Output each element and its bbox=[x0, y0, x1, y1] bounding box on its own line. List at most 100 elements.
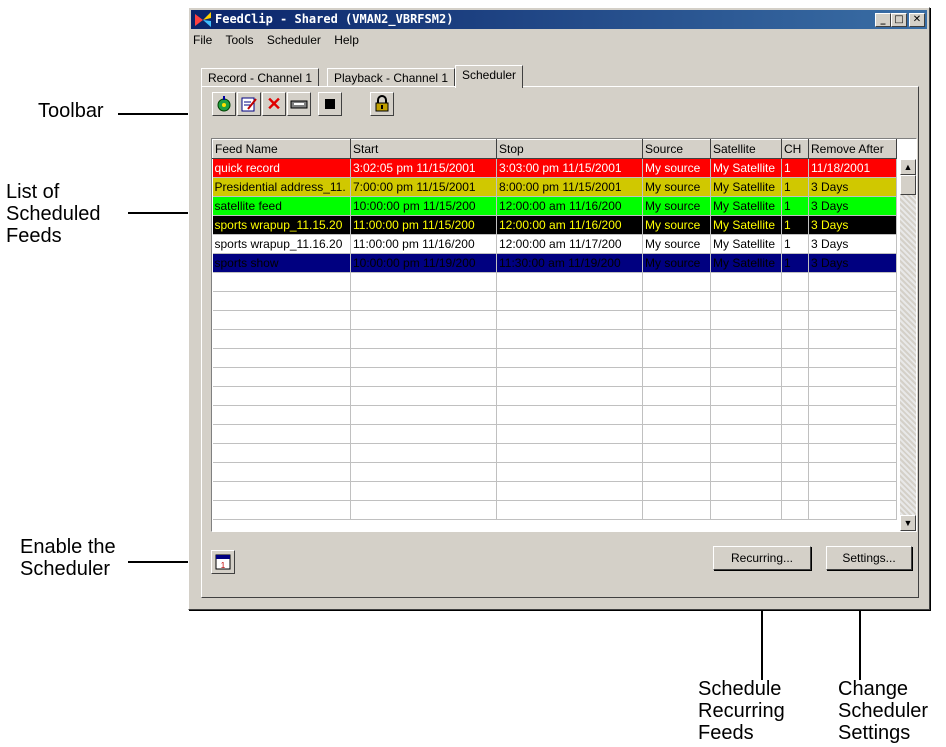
table-cell: 11/18/2001 bbox=[808, 158, 897, 178]
tab-scheduler[interactable]: Scheduler bbox=[455, 65, 524, 88]
tab-record[interactable]: Record - Channel 1 bbox=[201, 68, 320, 87]
menu-tools[interactable]: Tools bbox=[225, 33, 253, 47]
table-cell: 3 Days bbox=[808, 215, 897, 235]
table-cell: 3 Days bbox=[808, 196, 897, 216]
column-header[interactable]: Feed Name bbox=[212, 139, 351, 159]
table-cell bbox=[642, 367, 711, 387]
empty-row[interactable] bbox=[212, 462, 897, 482]
close-button[interactable]: ✕ bbox=[909, 13, 925, 27]
new-feed-button[interactable] bbox=[212, 92, 236, 116]
table-cell bbox=[781, 462, 809, 482]
table-cell: sports wrapup_11.16.20 bbox=[212, 234, 351, 254]
table-cell bbox=[642, 291, 711, 311]
table-cell bbox=[496, 367, 643, 387]
enable-scheduler-button[interactable]: 1 bbox=[211, 550, 235, 574]
column-header[interactable]: Start bbox=[350, 139, 497, 159]
table-cell bbox=[710, 481, 782, 501]
column-header[interactable]: Stop bbox=[496, 139, 643, 159]
table-cell bbox=[212, 500, 351, 520]
minimize-button[interactable]: _ bbox=[875, 13, 891, 27]
table-cell bbox=[710, 405, 782, 425]
tape-button[interactable] bbox=[287, 92, 311, 116]
empty-row[interactable] bbox=[212, 405, 897, 425]
tab-playback[interactable]: Playback - Channel 1 bbox=[327, 68, 456, 87]
table-cell: My source bbox=[642, 196, 711, 216]
table-cell: 8:00:00 pm 11/15/2001 bbox=[496, 177, 643, 197]
menu-file[interactable]: File bbox=[193, 33, 212, 47]
table-cell: 12:00:00 am 11/16/200 bbox=[496, 196, 643, 216]
stop-button[interactable] bbox=[318, 92, 342, 116]
table-cell bbox=[710, 367, 782, 387]
maximize-button[interactable]: □ bbox=[891, 13, 907, 27]
table-cell bbox=[350, 348, 497, 368]
table-cell bbox=[710, 443, 782, 463]
table-cell bbox=[781, 272, 809, 292]
column-header[interactable]: Satellite bbox=[710, 139, 782, 159]
table-cell: 12:00:00 am 11/17/200 bbox=[496, 234, 643, 254]
table-cell bbox=[710, 310, 782, 330]
table-cell: satellite feed bbox=[212, 196, 351, 216]
table-cell bbox=[710, 272, 782, 292]
lock-button[interactable] bbox=[370, 92, 394, 116]
table-cell bbox=[710, 462, 782, 482]
table-cell: My source bbox=[642, 158, 711, 178]
column-header[interactable]: CH bbox=[781, 139, 809, 159]
callout-recurring-line-2: Recurring bbox=[698, 700, 785, 722]
settings-button[interactable]: Settings... bbox=[826, 546, 912, 570]
menu-bar: File Tools Scheduler Help bbox=[193, 33, 369, 51]
empty-row[interactable] bbox=[212, 481, 897, 501]
table-cell bbox=[808, 367, 897, 387]
scroll-up-button[interactable]: ▲ bbox=[900, 159, 916, 175]
scroll-down-button[interactable]: ▼ bbox=[900, 515, 916, 531]
table-cell bbox=[350, 272, 497, 292]
table-cell: 11:00:00 pm 11/16/200 bbox=[350, 234, 497, 254]
callout-enable-line-2: Scheduler bbox=[20, 558, 111, 580]
callout-list-line-2: Scheduled bbox=[6, 203, 101, 225]
empty-row[interactable] bbox=[212, 329, 897, 349]
table-row[interactable]: quick record 3:02:05 pm 11/15/2001 3:03:00… bbox=[212, 158, 897, 178]
table-cell bbox=[212, 405, 351, 425]
recurring-button[interactable]: Recurring... bbox=[713, 546, 811, 570]
table-row[interactable]: sports wrapup_11.16.20 11:00:00 pm 11/16/… bbox=[212, 234, 897, 254]
menu-help[interactable]: Help bbox=[334, 33, 359, 47]
empty-row[interactable] bbox=[212, 272, 897, 292]
vertical-scrollbar[interactable]: ▲ ▼ bbox=[900, 159, 916, 531]
table-cell bbox=[496, 329, 643, 349]
column-header[interactable]: Source bbox=[642, 139, 711, 159]
table-row[interactable]: sports show 10:00:00 pm 11/19/200 11:30:00… bbox=[212, 253, 897, 273]
table-cell bbox=[350, 367, 497, 387]
scroll-thumb[interactable] bbox=[900, 175, 916, 195]
table-cell bbox=[496, 481, 643, 501]
table-cell bbox=[350, 386, 497, 406]
edit-feed-button[interactable] bbox=[237, 92, 261, 116]
empty-row[interactable] bbox=[212, 367, 897, 387]
table-row[interactable]: sports wrapup_11.15.20 11:00:00 pm 11/15/… bbox=[212, 215, 897, 235]
table-cell bbox=[808, 291, 897, 311]
table-cell bbox=[350, 310, 497, 330]
menu-scheduler[interactable]: Scheduler bbox=[267, 33, 321, 47]
empty-row[interactable] bbox=[212, 348, 897, 368]
table-cell: Presidential address_11. bbox=[212, 177, 351, 197]
lock-icon bbox=[375, 95, 389, 112]
table-cell bbox=[642, 310, 711, 330]
table-cell bbox=[808, 500, 897, 520]
empty-row[interactable] bbox=[212, 310, 897, 330]
table-cell bbox=[642, 500, 711, 520]
column-header[interactable]: Remove After bbox=[808, 139, 897, 159]
table-cell: 1 bbox=[781, 158, 809, 178]
callout-enable-line-1: Enable the bbox=[20, 536, 116, 558]
empty-row[interactable] bbox=[212, 424, 897, 444]
table-cell: My source bbox=[642, 215, 711, 235]
empty-row[interactable] bbox=[212, 443, 897, 463]
empty-row[interactable] bbox=[212, 291, 897, 311]
edit-feed-icon bbox=[241, 97, 257, 112]
empty-row[interactable] bbox=[212, 500, 897, 520]
table-row[interactable]: Presidential address_11. 7:00:00 pm 11/15… bbox=[212, 177, 897, 197]
scheduled-feeds-list[interactable]: Feed Name Start Stop Source Satellite CH… bbox=[211, 138, 917, 532]
title-bar[interactable]: FeedClip - Shared (VMAN2_VBRFSM2) _ □ ✕ bbox=[191, 10, 927, 29]
empty-row[interactable] bbox=[212, 386, 897, 406]
table-cell bbox=[496, 462, 643, 482]
table-cell bbox=[808, 443, 897, 463]
table-row[interactable]: satellite feed 10:00:00 pm 11/15/200 12:00… bbox=[212, 196, 897, 216]
delete-feed-button[interactable]: ✕ bbox=[262, 92, 286, 116]
